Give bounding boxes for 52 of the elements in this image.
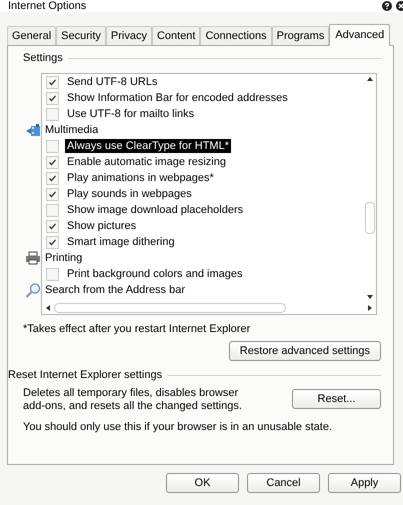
group-title: Settings	[23, 52, 63, 64]
setting-label[interactable]: Play animations in webpages*	[65, 171, 216, 185]
scroll-thumb[interactable]	[365, 202, 375, 234]
checkbox[interactable]	[46, 236, 59, 248]
checkbox[interactable]	[46, 188, 59, 200]
setting-label[interactable]: Show Information Bar for encoded addresses	[65, 91, 290, 105]
warning-text: You should only use this if your browser is in an unusable state.	[23, 421, 333, 433]
setting-label[interactable]: Play sounds in webpages	[65, 187, 194, 201]
setting-label[interactable]: Send UTF-8 URLs	[65, 75, 160, 89]
restore-button[interactable]: Restore advanced settings	[228, 341, 381, 361]
checkbox[interactable]	[46, 140, 59, 152]
reset-button[interactable]: Reset...	[292, 389, 381, 409]
tab[interactable]: Connections	[200, 26, 272, 45]
description-text: Deletes all temporary files, disables browser add-ons, and resets all the changed settings.	[23, 387, 243, 413]
scroll-thumb[interactable]	[54, 303, 286, 313]
category-label: Search from the Address bar	[45, 284, 186, 296]
search-icon	[25, 282, 41, 298]
checkbox[interactable]	[46, 156, 59, 168]
tab[interactable]: Content	[152, 26, 200, 45]
scroll-right-icon[interactable]	[368, 305, 372, 311]
checkbox[interactable]	[46, 220, 59, 232]
dialog-button[interactable]: Cancel	[247, 473, 320, 493]
setting-label[interactable]: Always use ClearType for HTML*	[65, 139, 231, 153]
tab[interactable]: Privacy	[106, 26, 152, 45]
category-label: Printing	[45, 252, 82, 264]
close-icon[interactable]	[396, 1, 403, 11]
category-label: Multimedia	[45, 124, 98, 136]
setting-label[interactable]: Show pictures	[65, 219, 138, 233]
setting-label[interactable]: Smart image dithering	[65, 235, 177, 249]
checkbox[interactable]	[46, 204, 59, 216]
scroll-left-icon[interactable]	[46, 305, 50, 311]
checkbox[interactable]	[46, 172, 59, 184]
setting-label[interactable]: Use UTF-8 for mailto links	[65, 107, 196, 121]
setting-label[interactable]: Print background colors and images	[65, 267, 244, 281]
group-title: Reset Internet Explorer settings	[8, 369, 162, 381]
help-icon[interactable]	[382, 1, 392, 11]
setting-label[interactable]: Show image download placeholders	[65, 203, 246, 217]
checkbox[interactable]	[46, 108, 59, 120]
checkbox[interactable]	[46, 92, 59, 104]
tab[interactable]: General	[7, 26, 56, 45]
tab[interactable]: Advanced	[329, 24, 390, 46]
window-title: Internet Options	[8, 0, 86, 12]
setting-label[interactable]: Enable automatic image resizing	[65, 155, 228, 169]
checkbox[interactable]	[46, 268, 59, 280]
checkbox[interactable]	[46, 76, 59, 88]
scroll-down-icon[interactable]	[367, 295, 373, 299]
tab[interactable]: Programs	[272, 26, 330, 45]
note-text: *Takes effect after you restart Internet Explorer	[23, 323, 252, 335]
tab[interactable]: Security	[56, 26, 106, 45]
dialog-button[interactable]: OK	[166, 473, 239, 493]
dialog-button[interactable]: Apply	[328, 473, 401, 493]
scroll-up-icon[interactable]	[367, 77, 373, 81]
